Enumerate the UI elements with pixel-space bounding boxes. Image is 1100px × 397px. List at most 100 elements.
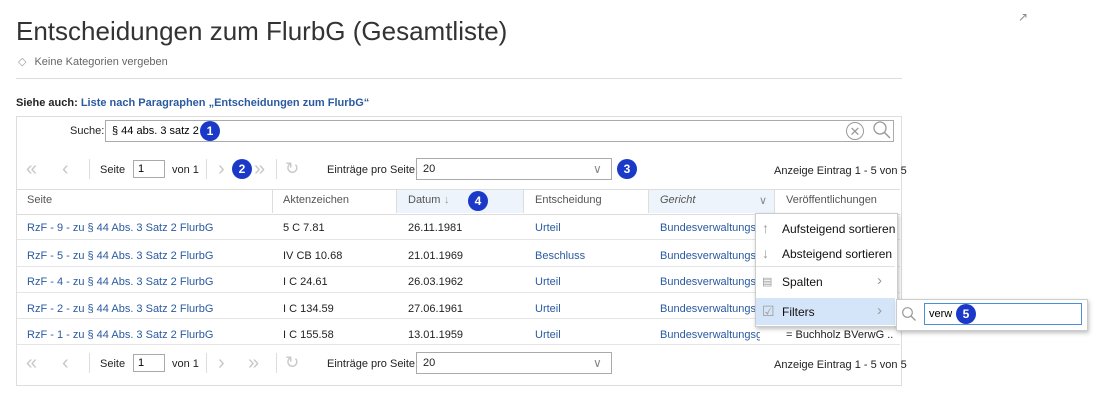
first-page-icon[interactable]: « bbox=[26, 353, 37, 373]
last-page-icon[interactable]: » bbox=[254, 159, 265, 179]
prev-page-icon[interactable]: ‹ bbox=[62, 353, 69, 373]
search-input[interactable] bbox=[105, 120, 894, 142]
cell-aktenzeichen: I C 134.59 bbox=[283, 303, 334, 315]
cell-gericht[interactable]: Bundesverwaltungsg... bbox=[660, 222, 756, 234]
next-page-icon[interactable]: › bbox=[218, 353, 225, 373]
separator bbox=[89, 353, 90, 373]
column-divider bbox=[272, 190, 273, 213]
badge-5: 5 bbox=[956, 304, 976, 324]
chevron-down-icon[interactable]: ∨ bbox=[593, 356, 602, 370]
badge-2: 2 bbox=[232, 159, 252, 179]
chevron-right-icon: › bbox=[877, 272, 882, 289]
cell-gericht[interactable]: Bundesverwaltungsg... bbox=[660, 276, 756, 288]
cell-gericht[interactable]: Bundesverwaltungsg... bbox=[660, 329, 760, 341]
clear-search-icon[interactable]: ✕ bbox=[846, 122, 864, 140]
menu-item-label: Spalten bbox=[782, 275, 823, 289]
arrow-up-icon: ↑ bbox=[762, 220, 769, 236]
checkbox-icon[interactable]: ☑ bbox=[762, 303, 775, 320]
next-page-icon[interactable]: › bbox=[218, 159, 225, 179]
per-page-value: 20 bbox=[423, 163, 436, 175]
column-header-entscheidung[interactable]: Entscheidung bbox=[535, 194, 602, 206]
per-page-label: Einträge pro Seite: bbox=[327, 164, 419, 176]
see-also-label: Siehe auch: bbox=[16, 97, 78, 109]
menu-item-label: Aufsteigend sortieren bbox=[782, 222, 896, 236]
filter-input[interactable] bbox=[924, 303, 1082, 325]
page-label: Seite bbox=[100, 164, 126, 176]
cell-gericht[interactable]: Bundesverwaltungsg... bbox=[660, 303, 756, 315]
search-label: Suche: bbox=[70, 125, 105, 137]
row-divider bbox=[17, 344, 900, 345]
page-number-input[interactable] bbox=[133, 354, 165, 372]
search-icon[interactable] bbox=[872, 120, 892, 140]
menu-item-sort-asc[interactable]: ↑ Aufsteigend sortieren bbox=[756, 215, 895, 242]
menu-item-columns[interactable]: ▤ Spalten › bbox=[756, 268, 895, 295]
cell-datum: 27.06.1961 bbox=[408, 303, 464, 315]
column-header-veroeffentlichungen[interactable]: Veröffentlichungen bbox=[786, 194, 877, 206]
per-page-value: 20 bbox=[423, 357, 436, 369]
divider bbox=[16, 78, 902, 79]
separator bbox=[276, 159, 277, 179]
page-number-input[interactable] bbox=[133, 160, 165, 178]
sort-descending-icon: ↓ bbox=[444, 194, 450, 206]
prev-page-icon[interactable]: ‹ bbox=[62, 159, 69, 179]
page-of-label: von 1 bbox=[172, 164, 199, 176]
column-menu-trigger-icon[interactable]: ∨ bbox=[759, 194, 767, 207]
first-page-icon[interactable]: « bbox=[26, 159, 37, 179]
cell-seite[interactable]: RzF - 1 - zu § 44 Abs. 3 Satz 2 FlurbG bbox=[27, 329, 213, 341]
cell-entscheidung[interactable]: Beschluss bbox=[535, 250, 585, 262]
separator bbox=[206, 159, 207, 179]
per-page-select[interactable]: 20 bbox=[416, 352, 612, 374]
last-page-icon[interactable]: » bbox=[248, 353, 259, 373]
expand-icon[interactable]: ↗ bbox=[1018, 10, 1028, 24]
pager-summary: Anzeige Eintrag 1 - 5 von 5 bbox=[774, 165, 907, 177]
cell-entscheidung[interactable]: Urteil bbox=[535, 276, 561, 288]
separator bbox=[206, 353, 207, 373]
cell-entscheidung[interactable]: Urteil bbox=[535, 222, 561, 234]
column-header-datum[interactable]: Datum bbox=[408, 194, 440, 206]
column-header-aktenzeichen[interactable]: Aktenzeichen bbox=[283, 194, 349, 206]
cell-datum: 26.03.1962 bbox=[408, 276, 464, 288]
badge-4: 4 bbox=[468, 191, 488, 211]
badge-3: 3 bbox=[617, 159, 637, 179]
cell-datum: 13.01.1959 bbox=[408, 329, 464, 341]
arrow-down-icon: ↓ bbox=[762, 245, 769, 261]
cell-datum: 21.01.1969 bbox=[408, 250, 464, 262]
cell-seite[interactable]: RzF - 4 - zu § 44 Abs. 3 Satz 2 FlurbG bbox=[27, 276, 213, 288]
refresh-icon[interactable]: ↻ bbox=[285, 353, 299, 373]
pager-summary: Anzeige Eintrag 1 - 5 von 5 bbox=[774, 359, 907, 371]
page-of-label: von 1 bbox=[172, 358, 199, 370]
menu-item-filters[interactable]: ☑ Filters › bbox=[756, 298, 895, 325]
cell-seite[interactable]: RzF - 9 - zu § 44 Abs. 3 Satz 2 FlurbG bbox=[27, 222, 213, 234]
column-divider bbox=[774, 190, 775, 213]
cell-aktenzeichen: IV CB 10.68 bbox=[283, 250, 343, 262]
menu-item-sort-desc[interactable]: ↓ Absteigend sortieren bbox=[756, 240, 895, 267]
column-header-seite[interactable]: Seite bbox=[27, 194, 52, 206]
page-title: Entscheidungen zum FlurbG (Gesamtliste) bbox=[16, 16, 508, 46]
column-header-gericht[interactable]: Gericht bbox=[660, 194, 695, 206]
see-also: Siehe auch: Liste nach Paragraphen „Ents… bbox=[16, 97, 369, 109]
cell-aktenzeichen: I C 155.58 bbox=[283, 329, 334, 341]
column-divider bbox=[648, 190, 649, 213]
cell-entscheidung[interactable]: Urteil bbox=[535, 329, 561, 341]
badge-1: 1 bbox=[200, 121, 220, 141]
per-page-select[interactable]: 20 bbox=[416, 158, 612, 180]
see-also-link[interactable]: Liste nach Paragraphen „Entscheidungen z… bbox=[81, 97, 370, 109]
menu-divider bbox=[756, 266, 895, 267]
column-divider bbox=[396, 190, 397, 213]
cell-gericht[interactable]: Bundesverwaltungsg... bbox=[660, 250, 756, 262]
chevron-right-icon: › bbox=[877, 302, 882, 319]
cell-seite[interactable]: RzF - 2 - zu § 44 Abs. 3 Satz 2 FlurbG bbox=[27, 303, 213, 315]
columns-icon: ▤ bbox=[762, 276, 773, 288]
cell-seite[interactable]: RzF - 5 - zu § 44 Abs. 3 Satz 2 FlurbG bbox=[27, 250, 213, 262]
refresh-icon[interactable]: ↻ bbox=[285, 159, 299, 179]
column-divider bbox=[523, 190, 524, 213]
categories-text: Keine Kategorien vergeben bbox=[34, 56, 168, 68]
tag-icon: ◇ bbox=[18, 56, 27, 68]
separator bbox=[89, 159, 90, 179]
menu-item-label: Filters bbox=[782, 305, 815, 319]
chevron-down-icon[interactable]: ∨ bbox=[593, 162, 602, 176]
cell-aktenzeichen: 5 C 7.81 bbox=[283, 222, 325, 234]
separator bbox=[276, 353, 277, 373]
cell-entscheidung[interactable]: Urteil bbox=[535, 303, 561, 315]
search-icon bbox=[902, 307, 916, 321]
